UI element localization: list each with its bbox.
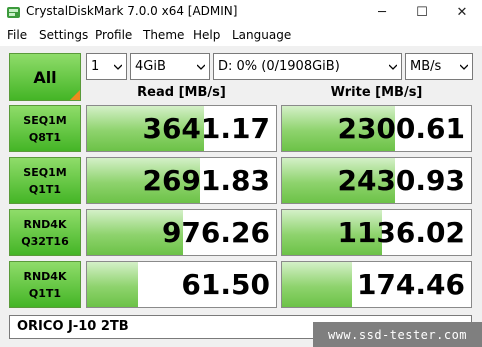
test-type-label: SEQ1M: [23, 114, 67, 127]
read-result-value: 61.50: [181, 268, 270, 301]
write-result-cell: 2300.61: [281, 105, 472, 152]
window-title: CrystalDiskMark 7.0.0 x64 [ADMIN]: [26, 4, 238, 18]
run-all-label: All: [33, 67, 57, 87]
chevron-down-icon: [460, 64, 468, 70]
test-type-label: SEQ1M: [23, 166, 67, 179]
chevron-down-icon: [197, 64, 205, 70]
test-seq1m-q8t1-button[interactable]: SEQ1M Q8T1: [9, 105, 81, 152]
menu-theme[interactable]: Theme: [143, 28, 184, 42]
test-size-select[interactable]: 4GiB: [130, 53, 210, 80]
menu-bar: File Settings Profile Theme Help Languag…: [0, 26, 482, 46]
unit-select[interactable]: MB/s: [405, 53, 473, 80]
write-result-value: 174.46: [356, 268, 465, 301]
app-icon: [7, 7, 20, 18]
write-result-cell: 1136.02: [281, 209, 472, 256]
drive-value: D: 0% (0/1908GiB): [218, 59, 340, 74]
read-column-header: Read [MB/s]: [137, 85, 226, 100]
minimize-button[interactable]: ─: [362, 0, 402, 26]
test-queue-label: Q32T16: [21, 235, 69, 248]
write-result-bar: [282, 262, 352, 307]
unit-value: MB/s: [410, 59, 442, 74]
test-count-select[interactable]: 1: [86, 53, 127, 80]
read-result-value: 976.26: [161, 216, 270, 249]
test-rnd4k-q32t16-button[interactable]: RND4K Q32T16: [9, 209, 81, 256]
title-bar: CrystalDiskMark 7.0.0 x64 [ADMIN] ─ ☐ ✕: [0, 0, 482, 26]
test-queue-label: Q8T1: [28, 131, 62, 144]
corner-marker: [70, 90, 80, 100]
read-result-cell: 3641.17: [86, 105, 277, 152]
write-result-value: 2300.61: [337, 112, 465, 145]
test-queue-label: Q1T1: [28, 183, 62, 196]
write-result-value: 1136.02: [337, 216, 465, 249]
menu-settings[interactable]: Settings: [39, 28, 88, 42]
chevron-down-icon: [389, 64, 397, 70]
close-button[interactable]: ✕: [442, 0, 482, 26]
write-column-header: Write [MB/s]: [330, 85, 423, 100]
read-result-bar: [87, 262, 139, 307]
read-result-value: 3641.17: [142, 112, 270, 145]
read-result-cell: 61.50: [86, 261, 277, 308]
menu-help[interactable]: Help: [193, 28, 220, 42]
menu-file[interactable]: File: [7, 28, 27, 42]
maximize-button[interactable]: ☐: [402, 0, 442, 26]
run-all-button[interactable]: All: [9, 53, 81, 101]
drive-select[interactable]: D: 0% (0/1908GiB): [213, 53, 402, 80]
test-type-label: RND4K: [23, 218, 67, 231]
read-result-cell: 2691.83: [86, 157, 277, 204]
read-result-cell: 976.26: [86, 209, 277, 256]
test-queue-label: Q1T1: [28, 287, 62, 300]
write-result-cell: 2430.93: [281, 157, 472, 204]
menu-profile[interactable]: Profile: [95, 28, 132, 42]
chevron-down-icon: [114, 64, 122, 70]
write-result-cell: 174.46: [281, 261, 472, 308]
test-seq1m-q1t1-button[interactable]: SEQ1M Q1T1: [9, 157, 81, 204]
read-result-value: 2691.83: [142, 164, 270, 197]
test-rnd4k-q1t1-button[interactable]: RND4K Q1T1: [9, 261, 81, 308]
test-size-value: 4GiB: [135, 59, 166, 74]
test-type-label: RND4K: [23, 270, 67, 283]
comment-text: ORICO J-10 2TB: [17, 319, 129, 334]
menu-language[interactable]: Language: [232, 28, 291, 42]
test-count-value: 1: [91, 59, 100, 74]
watermark: www.ssd-tester.com: [313, 322, 482, 347]
write-result-value: 2430.93: [337, 164, 465, 197]
